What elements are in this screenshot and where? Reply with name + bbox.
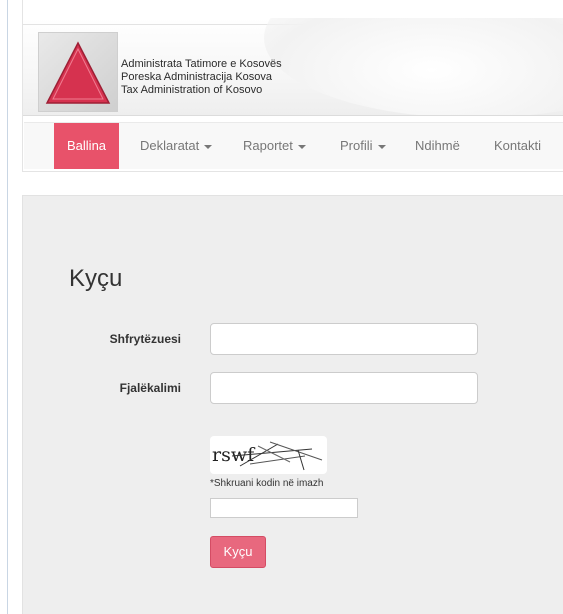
nav-item-label: Deklaratat — [140, 138, 200, 153]
nav-item-deklaratat[interactable]: Deklaratat — [140, 123, 213, 169]
nav-item-label: Raportet — [243, 138, 293, 153]
password-input[interactable] — [210, 372, 478, 404]
header-banner: Administrata Tatimore e Kosovës Poreska … — [23, 18, 563, 116]
organization-names: Administrata Tatimore e Kosovës Poreska … — [121, 58, 282, 97]
nav-item-label: Kontakti — [494, 138, 541, 153]
username-label: Shfrytëzuesi — [109, 332, 181, 346]
caret-down-icon — [377, 144, 386, 149]
org-name-english: Tax Administration of Kosovo — [121, 84, 263, 96]
login-button[interactable]: Kyçu — [210, 536, 266, 568]
captcha-text: rswf — [212, 444, 256, 466]
nav-item-label: Ndihmë — [415, 138, 460, 153]
nav-item-ndihme[interactable]: Ndihmë — [415, 123, 460, 169]
nav-item-label: Ballina — [67, 138, 107, 153]
nav-item-kontakti[interactable]: Kontakti — [494, 123, 541, 169]
nav-item-ballina[interactable]: Ballina — [54, 123, 120, 169]
main-navbar: Ballina Deklaratat Raportet Profili Ndih… — [24, 122, 563, 169]
nav-item-profili[interactable]: Profili — [340, 123, 386, 169]
caret-down-icon — [297, 144, 306, 149]
banner-decoration — [264, 18, 563, 116]
banner-divider — [23, 115, 563, 116]
captcha-image: rswf — [210, 436, 327, 474]
page-left-border — [7, 0, 8, 614]
login-title: Kyçu — [69, 265, 123, 292]
captcha-hint: *Shkruani kodin në imazh — [210, 478, 324, 489]
logo[interactable] — [38, 32, 118, 112]
captcha-graphic: rswf — [212, 441, 323, 471]
username-input[interactable] — [210, 323, 478, 355]
org-name-serbian: Poreska Administracija Kosova — [121, 71, 273, 83]
password-label: Fjalëkalimi — [119, 381, 181, 395]
red-triangle-logo-icon — [45, 41, 111, 104]
captcha-input[interactable] — [210, 498, 358, 518]
site-header: Administrata Tatimore e Kosovës Poreska … — [22, 0, 563, 172]
caret-down-icon — [204, 144, 213, 149]
org-name-albanian: Administrata Tatimore e Kosovës — [121, 58, 282, 70]
login-panel: Kyçu Shfrytëzuesi Fjalëkalimi rswf *Shkr… — [22, 195, 563, 614]
nav-item-raportet[interactable]: Raportet — [243, 123, 306, 169]
nav-item-label: Profili — [340, 138, 373, 153]
